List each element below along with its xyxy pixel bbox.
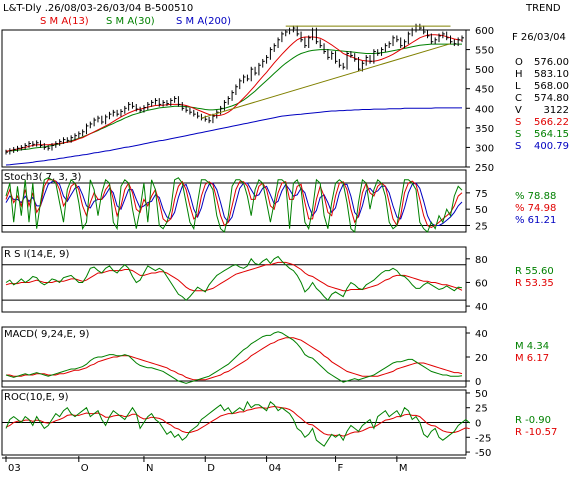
series-stoch-k (5, 177, 463, 233)
series-roc-signal (5, 405, 470, 437)
panel-title: MACD( 9,24,E, 9) (4, 329, 90, 340)
ytick-label: 450 (475, 85, 494, 96)
xtick-label: N (146, 463, 153, 474)
ytick-label: 300 (475, 143, 494, 154)
panel-border-2 (1, 246, 467, 313)
xtick-label: M (399, 463, 408, 474)
info-key: S (515, 141, 521, 152)
panel-title: R S I(14,E, 9) (4, 249, 69, 260)
panels-group: 250300350400450500550600F 26/03/04O 576.0… (1, 23, 569, 474)
xtick-label: O (81, 463, 89, 474)
chart-header-title: L&T-Dly .26/08/03-26/03/04 B-500510 (3, 3, 193, 14)
ytick-label: 0 (475, 377, 481, 388)
ytick-label: 25 (475, 404, 488, 415)
ytick-label: 400 (475, 104, 494, 115)
legend-sma200: S M A(200) (176, 16, 231, 27)
ytick-label: 250 (475, 163, 494, 174)
info-value: 576.00 (534, 57, 569, 68)
info-key: C (515, 93, 522, 104)
chart-header-trend: TREND (525, 3, 561, 14)
xtick-label: F (338, 463, 344, 474)
series-rsi (5, 255, 463, 301)
roc-info: R -10.57 (515, 427, 557, 438)
ytick-label: 20 (475, 353, 488, 364)
ytick-label: 50 (475, 389, 488, 400)
xtick-label: 03 (8, 463, 21, 474)
stoch-info: % 74.98 (515, 203, 556, 214)
rsi-info: R 55.60 (515, 266, 554, 277)
ytick-label: 0 (475, 419, 481, 430)
panel-title: ROC(10,E, 9) (4, 392, 69, 403)
info-value: 574.80 (534, 93, 569, 104)
ytick-label: -25 (475, 433, 491, 444)
info-key: O (515, 57, 523, 68)
stock-chart-frame: L&T-Dly .26/08/03-26/03/04 B-500510 TREN… (1, 3, 569, 474)
rsi-info: R 53.35 (515, 278, 554, 289)
series-stoch-dd (5, 180, 463, 226)
legend-sma30: S M A(30) (106, 16, 155, 27)
ytick-label: 350 (475, 124, 494, 135)
ytick-label: 40 (475, 329, 488, 340)
series-roc (5, 400, 471, 447)
legend-sma13: S M A(13) (40, 16, 89, 27)
ytick-label: 600 (475, 26, 494, 37)
info-value: 583.10 (534, 69, 569, 80)
info-key: L (515, 81, 521, 92)
info-key: S (515, 117, 521, 128)
macd-info: M 4.34 (515, 341, 549, 352)
ytick-label: 75 (475, 189, 488, 200)
xtick-label: D (207, 463, 215, 474)
series-stoch-d (5, 179, 463, 228)
ytick-label: 550 (475, 46, 494, 57)
info-value: 566.22 (534, 117, 569, 128)
info-key: V (515, 105, 522, 116)
info-value: 400.79 (534, 141, 569, 152)
series-rsi-signal (5, 261, 463, 292)
xtick-label: 04 (269, 463, 282, 474)
info-value: 564.15 (534, 129, 569, 140)
ytick-label: 50 (475, 205, 488, 216)
ytick-label: 60 (475, 278, 488, 289)
roc-info: R -0.90 (515, 415, 551, 426)
series-sma200 (5, 107, 462, 166)
info-value: 568.00 (534, 81, 569, 92)
info-value: 3122 (544, 105, 569, 116)
ytick-label: 80 (475, 255, 488, 266)
ytick-label: -50 (475, 448, 491, 459)
info-key: S (515, 129, 521, 140)
macd-info: M 6.17 (515, 353, 549, 364)
stoch-info: % 78.88 (515, 191, 556, 202)
info-key: H (515, 69, 523, 80)
ytick-label: 40 (475, 302, 488, 313)
panel-title: Stoch3( 7, 3, 3) (4, 172, 81, 183)
trendline-support (201, 43, 451, 119)
info-date: F 26/03/04 (512, 32, 566, 43)
ytick-label: 500 (475, 65, 494, 76)
ytick-label: 25 (475, 221, 488, 232)
stoch-info: % 61.21 (515, 215, 556, 226)
